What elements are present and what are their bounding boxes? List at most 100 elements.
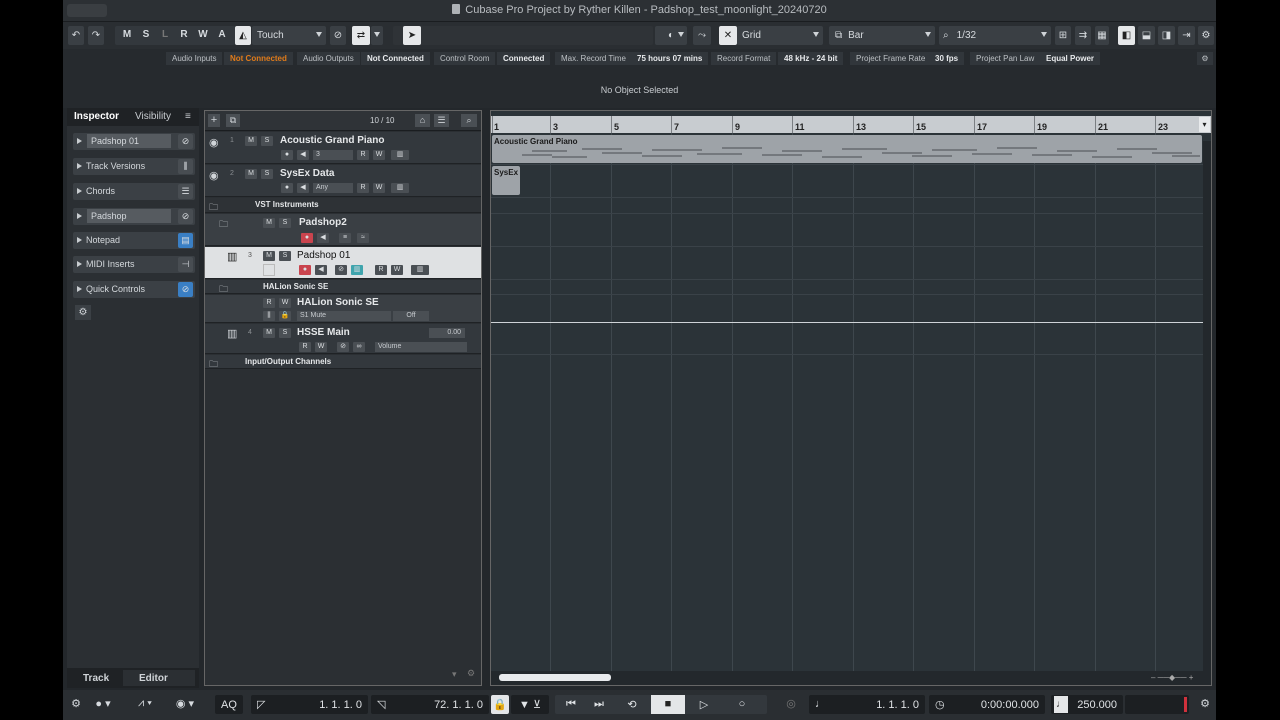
- left-locator-display[interactable]: ◸ 1. 1. 1. 0: [251, 695, 368, 714]
- track-name[interactable]: HSSE Main: [297, 327, 350, 338]
- tab-editor[interactable]: Editor: [139, 673, 168, 684]
- go-to-previous-icon[interactable]: ⏮: [560, 698, 582, 711]
- inspector-item-padshop[interactable]: Padshop ⊘: [73, 208, 195, 225]
- solo-button[interactable]: S: [279, 328, 291, 338]
- keyboard-icon[interactable]: ▥: [411, 265, 429, 275]
- right-zone-toggle[interactable]: ◨: [1158, 26, 1175, 45]
- monitor-button[interactable]: ◀: [315, 265, 327, 275]
- inspector-item-midi-inserts[interactable]: MIDI Inserts ⊣: [73, 256, 195, 273]
- keyboard-icon[interactable]: ▥: [391, 150, 409, 160]
- lower-zone-toggle[interactable]: ⬓: [1138, 26, 1155, 45]
- mute-button[interactable]: M: [245, 136, 257, 146]
- edit-instrument-icon[interactable]: ⊘: [335, 265, 347, 275]
- inspector-item-chords[interactable]: Chords ☰: [73, 183, 195, 200]
- notepad-icon[interactable]: ▤: [178, 233, 193, 248]
- monitor-button[interactable]: ◀: [317, 233, 329, 243]
- max-record-value[interactable]: 75 hours 07 mins: [631, 52, 709, 65]
- track-name[interactable]: SysEx Data: [280, 168, 334, 179]
- write-automation-button[interactable]: W: [391, 265, 403, 275]
- auto-scroll-dropdown[interactable]: [371, 26, 383, 45]
- automation-all-button[interactable]: A: [214, 29, 230, 40]
- punch-icon[interactable]: ◉ ▾: [170, 697, 200, 710]
- tab-visibility[interactable]: Visibility: [135, 111, 171, 122]
- gear-icon[interactable]: ⚙: [1198, 26, 1214, 45]
- link-icon[interactable]: ∞: [353, 342, 365, 352]
- frame-rate-value[interactable]: 30 fps: [929, 52, 965, 65]
- track-name[interactable]: Padshop 01: [297, 250, 350, 261]
- punch-in-icon[interactable]: ◎: [781, 697, 801, 710]
- chevron-down-icon[interactable]: ▾: [1199, 117, 1210, 132]
- track-visibility-icon[interactable]: ⌂: [415, 114, 430, 127]
- waveform-icon[interactable]: ⩘ ▾: [128, 697, 162, 710]
- instrument-icon[interactable]: ▥: [351, 265, 363, 275]
- expand-icon[interactable]: ⫼: [263, 311, 275, 321]
- record-enable-button[interactable]: ●: [299, 265, 311, 275]
- folder-name[interactable]: HALion Sonic SE: [263, 282, 328, 291]
- search-icon[interactable]: ⌕: [461, 114, 477, 127]
- folder-name[interactable]: VST Instruments: [255, 200, 319, 209]
- zoom-slider[interactable]: – ──◆── +: [1151, 673, 1201, 682]
- automation-icon[interactable]: ≈: [357, 233, 369, 243]
- parameter-select[interactable]: S1 Mute: [297, 311, 391, 321]
- play-button[interactable]: ▷: [693, 698, 715, 711]
- snap-mode-icon[interactable]: ⤳: [693, 26, 711, 45]
- parameter-value[interactable]: Off: [393, 311, 429, 321]
- read-automation-button[interactable]: R: [357, 150, 369, 160]
- settings-icon[interactable]: ⚙: [68, 697, 84, 710]
- midi-channel-field[interactable]: Any: [313, 183, 353, 193]
- midi-part-sysex[interactable]: SysEx: [492, 166, 520, 195]
- read-automation-button[interactable]: R: [263, 298, 275, 308]
- read-automation-button[interactable]: R: [176, 29, 192, 40]
- level-value[interactable]: 0.00: [429, 328, 465, 338]
- audio-outputs-value[interactable]: Not Connected: [361, 52, 430, 65]
- snap-toggle-icon[interactable]: ✕: [719, 26, 737, 45]
- add-track-type-icon[interactable]: ⧉: [226, 114, 240, 127]
- keyboard-icon[interactable]: ▥: [391, 183, 409, 193]
- pan-law-value[interactable]: Equal Power: [1040, 52, 1101, 65]
- mute-button[interactable]: M: [263, 251, 275, 261]
- track-list-menu-icon[interactable]: ☰: [434, 114, 449, 127]
- monitor-button[interactable]: ◀: [297, 183, 309, 193]
- solo-button[interactable]: S: [261, 169, 273, 179]
- record-enable-button[interactable]: ●: [281, 150, 293, 160]
- chevron-down-icon[interactable]: ▾: [452, 669, 457, 680]
- object-selection-tool[interactable]: ➤: [403, 26, 421, 45]
- export-icon[interactable]: ⇥: [1178, 26, 1195, 45]
- read-automation-button[interactable]: R: [357, 183, 369, 193]
- cycle-icon[interactable]: ⟲: [621, 698, 643, 711]
- gear-icon[interactable]: ⚙: [1197, 52, 1213, 65]
- listen-mode-button[interactable]: L: [157, 29, 173, 40]
- snap-type-select[interactable]: Grid: [737, 26, 823, 45]
- edit-instrument-icon[interactable]: ⊘: [178, 209, 193, 224]
- horizontal-scroll-thumb[interactable]: [499, 674, 611, 681]
- mute-mode-button[interactable]: M: [119, 29, 135, 40]
- gear-icon[interactable]: ⚙: [467, 668, 475, 679]
- tab-track[interactable]: Track: [83, 673, 109, 684]
- inspector-instrument-name[interactable]: Padshop: [87, 209, 171, 223]
- inspector-item-notepad[interactable]: Notepad ▤: [73, 232, 195, 249]
- gear-icon[interactable]: ⚙: [1197, 697, 1213, 710]
- auto-quantize-button[interactable]: AQ: [215, 695, 243, 714]
- quantize-settings-icon[interactable]: ⊞: [1055, 26, 1071, 45]
- record-button[interactable]: ○: [731, 698, 753, 710]
- edit-button[interactable]: ≡: [339, 233, 351, 243]
- parameter-select[interactable]: Volume: [375, 342, 467, 352]
- lane-checkbox[interactable]: [263, 264, 275, 276]
- right-locator-display[interactable]: ◹ 72. 1. 1. 0: [371, 695, 489, 714]
- versions-icon[interactable]: ⫼: [178, 159, 193, 174]
- record-enable-button[interactable]: ●: [281, 183, 293, 193]
- write-automation-button[interactable]: W: [373, 150, 385, 160]
- lock-icon[interactable]: 🔒: [491, 695, 509, 714]
- grid-type-select[interactable]: ⧉ Bar: [829, 26, 935, 45]
- undo-button[interactable]: ↶: [68, 26, 84, 45]
- solo-mode-button[interactable]: S: [138, 29, 154, 40]
- keyboard-icon[interactable]: ▦: [1095, 26, 1109, 45]
- track-row-padshop-01[interactable]: ▥ 3 M S Padshop 01 ● ◀ ⊘ ▥ R W ▥: [205, 247, 481, 279]
- inspector-item-track[interactable]: Padshop 01 ⊘: [73, 133, 195, 150]
- tab-inspector[interactable]: Inspector: [74, 111, 119, 122]
- edit-instrument-icon[interactable]: ⊘: [178, 134, 193, 149]
- inspector-item-track-versions[interactable]: Track Versions ⫼: [73, 158, 195, 175]
- menu-icon[interactable]: ≡: [185, 111, 191, 122]
- cycle-marker-icon[interactable]: ▼ ⊻: [511, 695, 549, 714]
- left-zone-toggle[interactable]: ◧: [1118, 26, 1135, 45]
